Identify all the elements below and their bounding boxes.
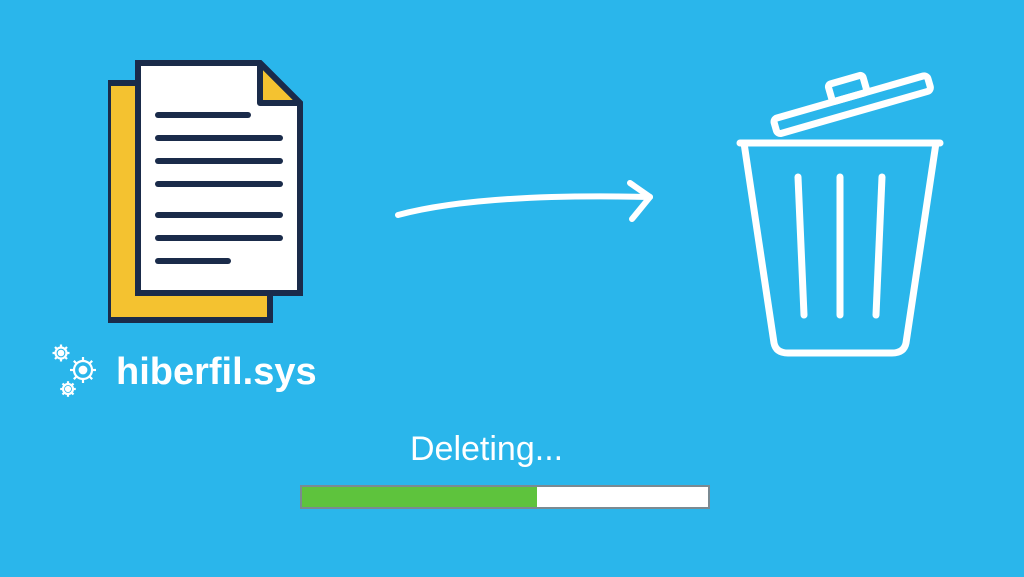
document-stack-icon (108, 60, 308, 335)
progress-bar (300, 485, 710, 509)
progress-fill (302, 487, 537, 507)
arrow-right-icon (390, 175, 700, 250)
trash-open-lid-icon (720, 65, 965, 365)
filename-label: hiberfil.sys (48, 340, 317, 405)
status-text: Deleting... (410, 430, 563, 468)
filename-text: hiberfil.sys (116, 351, 317, 394)
status-label: Deleting... (410, 430, 563, 469)
gears-icon (48, 340, 108, 405)
